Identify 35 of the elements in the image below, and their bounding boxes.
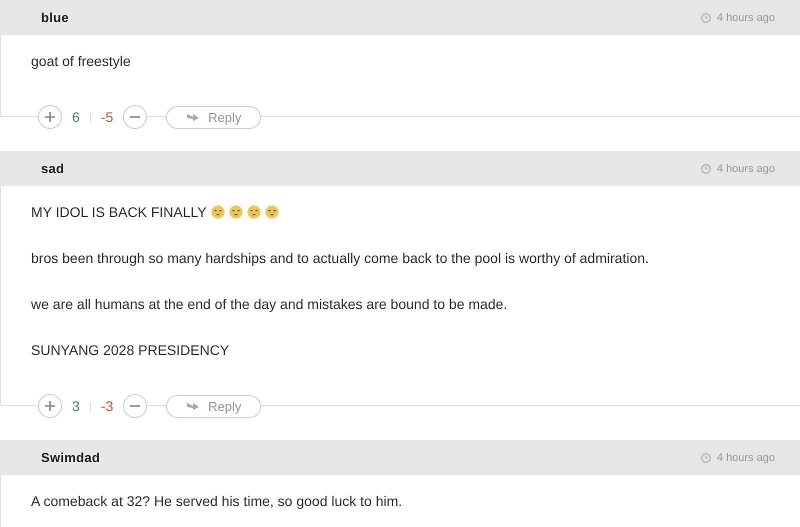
clock-icon — [700, 452, 711, 462]
plus-icon — [45, 401, 55, 411]
clock-icon — [700, 12, 711, 22]
plus-icon — [45, 112, 55, 122]
minus-icon — [130, 116, 140, 118]
teary-face-icon — [228, 205, 243, 219]
reply-button[interactable]: Reply — [166, 106, 262, 128]
upvote-button[interactable] — [38, 105, 62, 129]
comment-author: sad — [41, 161, 64, 176]
teary-face-icon — [264, 205, 279, 219]
downvote-button[interactable] — [123, 394, 148, 418]
reply-button[interactable]: Reply — [166, 394, 262, 418]
minus-icon — [130, 405, 140, 407]
comment-time: 4 hours ago — [716, 162, 775, 174]
comment-text: A comeback at 32? He served his time, so good luck to him. — [31, 492, 402, 510]
comment-text: we are all humans at the end of the day and mistakes are bound to be made. — [31, 295, 508, 313]
comment-text: SUNYANG 2028 PRESIDENCY — [31, 341, 230, 359]
comment-text: MY IDOL IS BACK FINALLY — [31, 203, 207, 221]
reply-arrow-icon — [186, 112, 200, 122]
comment-text: goat of freestyle — [31, 52, 131, 70]
downvote-button[interactable] — [123, 105, 148, 129]
comment-author: blue — [41, 10, 69, 25]
upvote-count: 6 — [72, 109, 80, 125]
upvote-button[interactable] — [38, 394, 62, 418]
teary-face-icon — [210, 205, 225, 219]
teary-face-icon — [246, 205, 261, 219]
downvote-count: -3 — [100, 398, 114, 414]
clock-icon — [700, 164, 711, 174]
reply-arrow-icon — [186, 401, 200, 411]
comment-text: bros been through so many hardships and to actually come back to the pool is worthy of admiration. — [31, 249, 649, 267]
downvote-count: -5 — [100, 109, 114, 125]
comment-author: Swimdad — [41, 450, 100, 465]
upvote-count: 3 — [72, 398, 80, 414]
comment-time: 4 hours ago — [716, 452, 775, 464]
comment-time: 4 hours ago — [716, 12, 775, 24]
